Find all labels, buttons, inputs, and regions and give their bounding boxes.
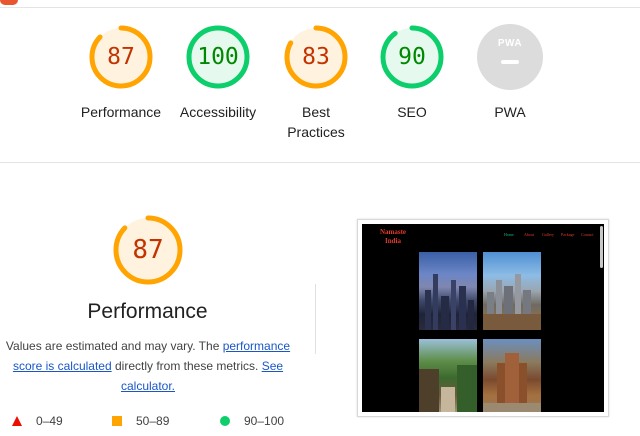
divider [0,162,640,163]
gauge-pwa[interactable]: PWA PWA [455,24,565,122]
nav-item-about: About [524,232,534,237]
gauge-label: Accessibility [179,104,257,120]
pwa-badge-text: PWA [497,38,523,49]
label-line: Practices [287,124,345,140]
circle-icon [220,416,230,426]
nav-item-gallery: Gallery [542,232,554,237]
gauge-label: Best Practices [261,102,371,142]
legend-range: 50–89 [136,414,170,428]
section-title: Performance [87,300,208,323]
score-value: 100 [197,44,239,70]
square-icon [112,416,122,426]
final-screenshot[interactable]: Namaste India Home About Gallery Package… [357,219,609,417]
gallery-image-skyline [483,252,541,330]
score-value: 90 [398,44,426,70]
nav-item-contact: Contact [581,232,594,237]
performance-description: Values are estimated and may vary. The p… [0,336,296,396]
pwa-badge-icon: PWA [477,24,543,90]
performance-gauge: 87 [112,214,184,286]
divider [315,284,316,354]
nav-item-package: Package [561,232,575,237]
category-gauges: 87 Performance 100 Accessibility 83 Best… [0,24,640,154]
gauge-seo[interactable]: 90 SEO [357,24,467,122]
triangle-icon [12,416,22,426]
divider [0,7,640,8]
desc-text: directly from these metrics. [111,359,262,373]
gauge-label: SEO [397,104,427,120]
gallery-image-city [419,252,477,330]
gallery-image-temple [483,339,541,412]
score-value: 87 [132,235,164,265]
label-line: Best [301,104,330,120]
gauge-label: PWA [494,104,526,120]
previous-section-edge [0,0,18,5]
gauge-best-practices[interactable]: 83 Best Practices [261,24,371,142]
desc-text: Values are estimated and may vary. The [5,339,223,353]
legend-range: 90–100 [244,414,285,428]
brand-line: Namaste [379,228,407,236]
page-preview: Namaste India Home About Gallery Package… [362,224,604,412]
pwa-dash [501,60,519,64]
gauge-accessibility[interactable]: 100 Accessibility [163,24,273,122]
gallery-image-village [419,339,477,412]
score-legend: 0–49 50–89 90–100 [12,412,312,430]
brand-line: India [385,237,401,245]
gauge-label: Performance [80,104,162,120]
legend-range: 0–49 [36,414,63,428]
gauge-performance[interactable]: 87 Performance [66,24,176,122]
nav-item-home: Home [504,232,514,237]
score-value: 83 [302,44,330,70]
score-value: 87 [107,44,135,70]
scrollbar [600,226,603,268]
site-brand: Namaste India [374,228,412,246]
